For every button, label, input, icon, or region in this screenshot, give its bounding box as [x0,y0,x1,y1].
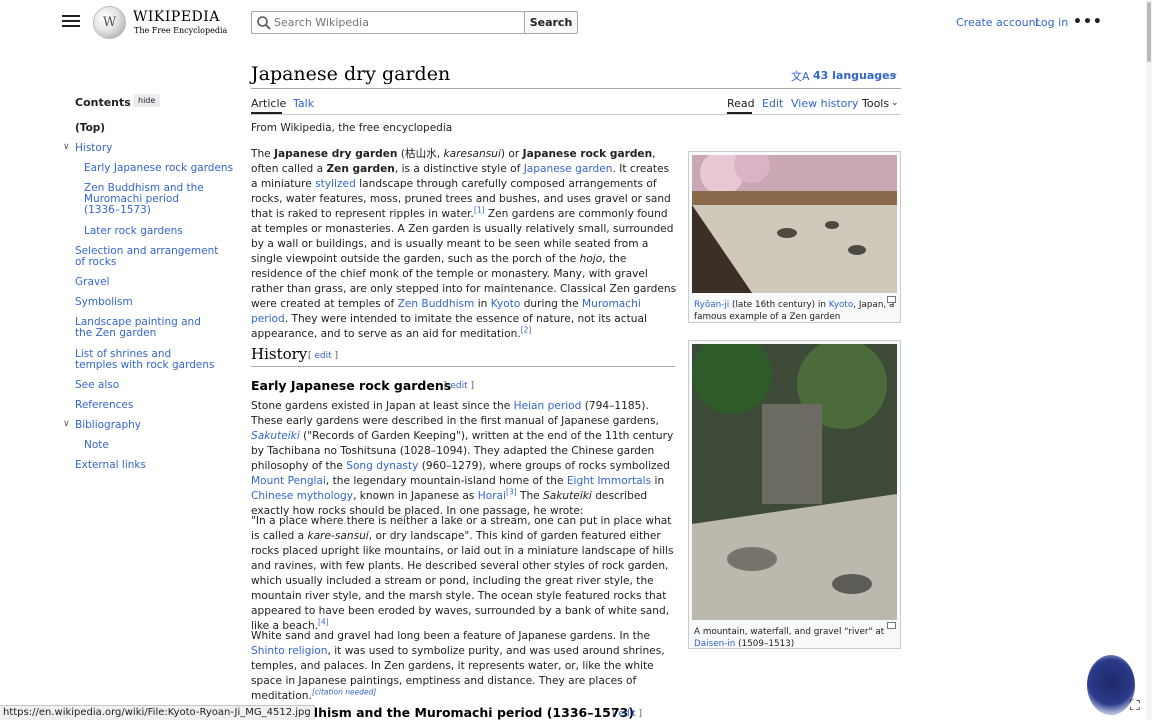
more-options-icon[interactable]: ••• [1073,14,1103,30]
link-kyoto[interactable]: Kyoto [491,298,521,310]
fullscreen-icon[interactable]: ⛶ [1130,698,1140,714]
wikipedia-wordmark[interactable]: WIKIPEDIA [133,9,220,25]
site-subtitle: From Wikipedia, the free encyclopedia [251,122,453,134]
early-paragraph-1: Stone gardens existed in Japan at least … [251,400,674,517]
main-menu-button[interactable] [60,12,82,32]
toc-item-top[interactable]: (Top) [75,123,105,134]
citation-needed[interactable]: [citation needed] [312,687,376,696]
link-stylized[interactable]: stylized [315,178,356,190]
link-ryoan-ji[interactable]: Ryōan-ji [694,300,729,310]
link-japanese-garden[interactable]: Japanese garden [524,163,613,175]
edit-section-early-rock-gardens[interactable]: [ edit ] [444,381,474,391]
status-bar-url: https://en.wikipedia.org/wiki/File:Kyoto… [0,705,315,720]
figure-daisen-in: A mountain, waterfall, and gravel "river… [688,334,901,649]
toc-item-note[interactable]: Note [84,440,109,451]
citation-4[interactable]: [4] [318,617,329,626]
early-rock-gardens-heading: Early Japanese rock gardens [251,378,452,393]
toc-item-zen-muromachi[interactable]: Zen Buddhism and the Muromachi period (1… [84,183,214,216]
link-heian-period[interactable]: Heian period [514,400,582,412]
link-song-dynasty[interactable]: Song dynasty [346,460,418,472]
link-zen-buddhism[interactable]: Zen Buddhism [398,298,475,310]
toc-item-external-links[interactable]: External links [75,460,146,471]
link-eight-immortals[interactable]: Eight Immortals [567,475,651,487]
link-sakuteiki[interactable]: Sakuteiki [251,430,300,442]
link-daisen-in[interactable]: Daisen-in [694,639,735,649]
octopus-mascot-icon [1087,655,1135,715]
languages-button[interactable]: 43 languages [813,69,896,82]
toc-item-bibliography[interactable]: Bibliography [75,420,141,431]
toc-heading: Contents [75,96,131,109]
link-kyoto-caption[interactable]: Kyoto [829,300,854,310]
figure-ryoan-ji: Ryōan-ji (late 16th century) in Kyoto, J… [688,147,901,323]
search-icon [257,16,271,30]
tab-tools[interactable]: Tools [862,97,889,110]
early-paragraph-2: White sand and gravel had long been a fe… [251,630,665,702]
citation-3[interactable]: [3] [506,487,517,496]
tab-article[interactable]: Article [251,97,286,110]
toc-item-symbolism[interactable]: Symbolism [75,297,133,308]
figure-caption: Ryōan-ji (late 16th century) in Kyoto, J… [694,300,895,322]
tab-talk[interactable]: Talk [293,97,314,110]
intro-paragraph: The Japanese dry garden (枯山水, karesansui… [251,148,677,340]
menu-bar [62,15,80,17]
citation-2[interactable]: [2] [521,325,532,334]
wikipedia-tagline: The Free Encyclopedia [134,26,228,35]
link-mount-penglai[interactable]: Mount Penglai [251,475,326,487]
citation-1[interactable]: [1] [474,205,485,214]
chevron-down-icon[interactable]: ⌄ [891,69,899,79]
scrollbar-thumb[interactable] [1147,2,1151,62]
section-divider [251,366,675,367]
toc-item-landscape-painting[interactable]: Landscape painting and the Zen garden [75,317,215,339]
toc-toggle-history-icon[interactable]: ∨ [63,142,70,152]
scrollbar-track[interactable] [1146,0,1152,720]
tabs-divider [251,114,901,115]
create-account-link[interactable]: Create account [956,16,1040,29]
search-input[interactable] [272,13,520,32]
ryoan-ji-garden-image[interactable] [692,147,897,293]
history-heading: History [251,345,308,363]
menu-bar [62,20,80,22]
daisen-in-garden-image[interactable] [692,334,897,620]
figure-caption: A mountain, waterfall, and gravel "river… [694,627,885,649]
search-button[interactable]: Search [524,11,578,34]
toc-item-later-rock-gardens[interactable]: Later rock gardens [84,226,183,237]
edit-section-zen-muromachi[interactable]: [ edit ] [612,709,642,719]
toc-item-early-rock-gardens[interactable]: Early Japanese rock gardens [84,163,233,174]
log-in-link[interactable]: Log in [1035,16,1068,29]
link-shinto-religion[interactable]: Shinto religion [251,645,328,657]
toc-item-references[interactable]: References [75,400,133,411]
link-horai[interactable]: Horai [478,490,506,502]
toc-item-see-also[interactable]: See also [75,380,119,391]
tab-read[interactable]: Read [727,97,755,110]
page-title: Japanese dry garden [251,63,451,85]
toc-item-selection-arrangement[interactable]: Selection and arrangement of rocks [75,246,225,268]
toc-hide-button[interactable]: hide [133,94,161,107]
edit-section-history[interactable]: [ edit ] [308,351,338,361]
chevron-down-icon[interactable]: ⌄ [891,98,899,108]
tab-view-history[interactable]: View history [791,97,858,110]
enlarge-icon[interactable] [887,622,896,629]
enlarge-icon[interactable] [887,296,896,303]
language-icon[interactable]: 文A [791,68,810,84]
link-chinese-mythology[interactable]: Chinese mythology [251,490,353,502]
menu-bar [62,25,80,27]
title-divider [251,88,901,89]
toc-toggle-bibliography-icon[interactable]: ∨ [63,419,70,429]
tab-edit[interactable]: Edit [762,97,783,110]
toc-item-gravel[interactable]: Gravel [75,277,109,288]
wikipedia-globe-icon[interactable]: W [93,6,126,39]
toc-item-history[interactable]: History [75,143,112,154]
toc-item-shrines-temples[interactable]: List of shrines and temples with rock ga… [75,349,215,371]
sakuteiki-quote: "In a place where there is neither a lak… [251,515,674,632]
